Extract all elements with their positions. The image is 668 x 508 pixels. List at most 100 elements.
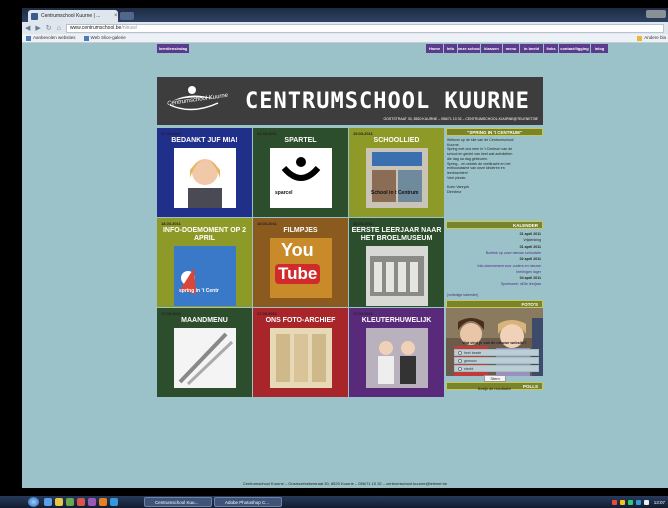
tile-date: 21.03.2011: [161, 131, 181, 136]
site-header: Centrumschool Kuurne CENTRUMSCHOOL KUURN…: [157, 77, 543, 125]
kalender-event[interactable]: Boetiek op onze nieuwe schoolsite: [446, 251, 543, 255]
window-controls[interactable]: [646, 10, 666, 18]
tile-title[interactable]: INFO-DOEMOMENT OP 2 APRIL: [159, 227, 250, 243]
tile-date: 18.03.2011: [161, 221, 181, 226]
close-tab-icon[interactable]: ×: [114, 13, 118, 19]
tile-image[interactable]: [270, 148, 332, 208]
tray-icon[interactable]: [611, 499, 617, 505]
news-tile[interactable]: 18.03.2011 FILMPJES You Tube: [253, 218, 348, 307]
site-address: OOSTSTRAAT 30, 8520 KUURNE – 056/71 10 3…: [383, 117, 538, 121]
nav-klassen[interactable]: klassen: [481, 44, 502, 53]
favicon-icon: [31, 12, 38, 20]
radio-icon[interactable]: [458, 350, 462, 355]
address-bar[interactable]: www.centrumschool.be/nieuw/: [65, 23, 664, 33]
kalender-date: 01 april 2011: [519, 244, 541, 249]
clock[interactable]: 13:07: [654, 500, 665, 505]
app-icon[interactable]: [110, 498, 118, 506]
system-tray: 13:07: [595, 498, 665, 506]
tile-title[interactable]: FILMPJES: [255, 227, 346, 235]
bookmark-icon: [83, 35, 89, 41]
news-tile[interactable]: 21.03.2011 SPARTEL sparcel: [253, 128, 348, 217]
nav-inlog[interactable]: inlog: [591, 44, 608, 53]
tile-date: 18.03.2011: [257, 221, 277, 226]
home-icon[interactable]: ⌂: [57, 25, 61, 32]
explorer-icon[interactable]: [55, 498, 63, 506]
nav-links[interactable]: links: [544, 44, 558, 53]
tile-image[interactable]: [366, 246, 428, 306]
news-tile[interactable]: 18.03.2011 INFO-DOEMOMENT OP 2 APRIL sprin…: [157, 218, 252, 307]
network-icon[interactable]: [635, 499, 641, 505]
title-bar: Centrumschool Kuurne | ... ×: [22, 8, 668, 22]
bookmark-web-slice[interactable]: Web Slice-galerie: [83, 35, 126, 41]
app-icon[interactable]: [77, 498, 85, 506]
site-footer: Centrumschool Kuurne – Oostrozebekestraa…: [242, 481, 448, 486]
tile-image-caption: spring in 't Centr: [179, 288, 219, 294]
taskbar-task-photoshop[interactable]: Adobe Photoshop C...: [214, 497, 282, 507]
news-tile[interactable]: 17.03.2011 KLEUTERHUWELIJK: [349, 308, 444, 397]
tile-title[interactable]: SCHOOLLIED: [351, 137, 442, 145]
nav-onze-school[interactable]: onze school: [458, 44, 480, 53]
tile-title[interactable]: MAANDMENU: [159, 317, 250, 325]
tile-image[interactable]: [366, 148, 428, 208]
nav-leerdiensindag[interactable]: leerdiensindag: [157, 44, 189, 53]
app-icon[interactable]: [88, 498, 96, 506]
bookmark-icon: [26, 35, 31, 41]
bookmark-recommended[interactable]: Aanbevolen websites: [26, 35, 76, 41]
news-tile[interactable]: 19.03.2011 SCHOOLLIED School in t Centrum: [349, 128, 444, 217]
radio-icon[interactable]: [458, 366, 462, 371]
tile-image[interactable]: [174, 246, 236, 306]
tile-image[interactable]: [366, 328, 428, 388]
poll-option-3[interactable]: slecht: [454, 365, 539, 372]
start-button[interactable]: [28, 497, 39, 507]
poll-option-1[interactable]: heel bewie: [454, 349, 539, 356]
taskbar-task-browser[interactable]: Centrumschool Kuu...: [144, 497, 212, 507]
kalender-date: 04 april 2011: [519, 276, 541, 281]
tile-title[interactable]: KLEUTERHUWELIJK: [351, 317, 442, 325]
poll-results-link[interactable]: Bekijk de resultaten: [446, 387, 543, 391]
ie-icon[interactable]: [44, 498, 52, 506]
browser-window: Centrumschool Kuurne | ... × ◀ ▶ ↻ ⌂ www…: [22, 8, 668, 488]
nav-in-beeld[interactable]: in beeld: [520, 44, 543, 53]
volume-icon[interactable]: [643, 499, 649, 505]
poll-option-2[interactable]: gewoon: [454, 357, 539, 364]
tile-image[interactable]: [174, 328, 236, 388]
tile-title[interactable]: BEDANKT JUF MIA!: [159, 137, 250, 145]
kalender-event: Vrijdenking: [523, 238, 541, 243]
other-bookmarks[interactable]: Andere bla: [637, 35, 666, 41]
tile-title[interactable]: ONS FOTO-ARCHIEF: [255, 317, 346, 325]
tray-icon[interactable]: [619, 499, 625, 505]
kalender-event[interactable]: Info-doemoment voor ouders en nieuwe: [446, 264, 543, 268]
kalender-header: KALENDER: [446, 221, 543, 229]
news-tile[interactable]: 17.03.2011 ONS FOTO-ARCHIEF: [253, 308, 348, 397]
forward-icon[interactable]: ▶: [35, 24, 40, 32]
tile-image-caption: sparcel: [275, 190, 293, 196]
nav-menu[interactable]: menu: [503, 44, 519, 53]
tile-image[interactable]: [270, 328, 332, 388]
nav-home[interactable]: Home: [426, 44, 443, 53]
media-icon[interactable]: [66, 498, 74, 506]
fotos-header: FOTO'S: [446, 300, 543, 308]
tile-image[interactable]: [174, 148, 236, 208]
tile-title[interactable]: SPARTEL: [255, 137, 346, 145]
back-icon[interactable]: ◀: [25, 24, 30, 32]
kalender-event[interactable]: leerlingen lager: [446, 270, 543, 274]
app-icon[interactable]: [99, 498, 107, 506]
poll-question: Wat vind je van de nieuwe website?: [462, 341, 527, 345]
news-tile[interactable]: 18.03.2011 EERSTE LEERJAAR NAAR HET BROEL…: [349, 218, 444, 307]
news-tile[interactable]: 21.03.2011 BEDANKT JUF MIA!: [157, 128, 252, 217]
tile-title[interactable]: EERSTE LEERJAAR NAAR HET BROELMUSEUM: [351, 227, 442, 243]
browser-toolbar: ◀ ▶ ↻ ⌂ www.centrumschool.be/nieuw/: [22, 22, 668, 34]
nav-info[interactable]: Info: [444, 44, 457, 53]
reload-icon[interactable]: ↻: [46, 24, 52, 32]
vote-button[interactable]: Stem: [484, 375, 506, 382]
radio-icon[interactable]: [458, 358, 462, 363]
new-tab-button[interactable]: [120, 12, 134, 20]
kalender-event[interactable]: Sportweek: viDte leerjaar: [446, 282, 543, 286]
full-calendar-link[interactable]: (volledige kalender): [447, 293, 478, 297]
tray-icon[interactable]: [627, 499, 633, 505]
spring-text-line: Directeur: [447, 189, 462, 194]
tile-image-caption: School in t Centrum: [371, 190, 419, 196]
browser-tab[interactable]: Centrumschool Kuurne | ... ×: [28, 10, 118, 22]
news-tile[interactable]: 17.03.2011 MAANDMENU: [157, 308, 252, 397]
nav-contact[interactable]: contact/ligging: [559, 44, 590, 53]
